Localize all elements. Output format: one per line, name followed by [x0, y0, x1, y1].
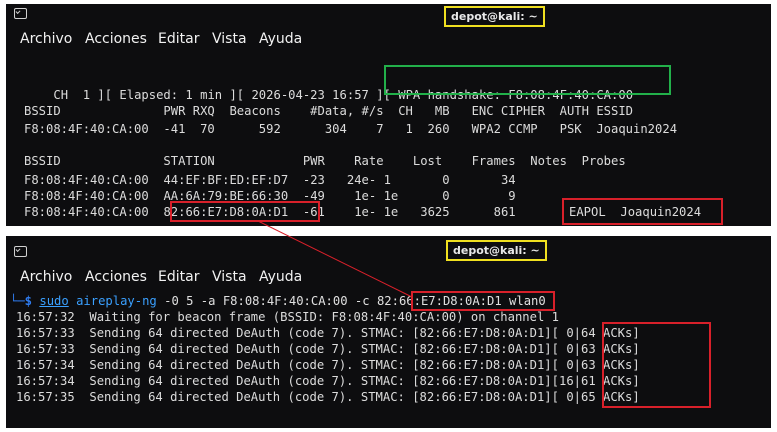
deauth-text: 16:57:33 Sending 64 directed DeAuth (cod…: [16, 326, 552, 340]
titlebar: depot@kali: ~: [6, 236, 771, 264]
ap-table-header: BSSID PWR RXQ Beacons #Data, #/s CH MB E…: [24, 104, 634, 118]
acks-highlight-box: [602, 322, 711, 408]
station-table-header: BSSID STATION PWR Rate Lost Frames Notes…: [24, 154, 626, 168]
menu-acciones[interactable]: Acciones: [85, 266, 147, 288]
titlebar: depot@kali: ~: [6, 4, 771, 27]
deauth-line: 16:57:33 Sending 64 directed DeAuth (cod…: [16, 341, 640, 357]
cmd-tool: aireplay-ng: [76, 294, 157, 308]
deauth-line: 16:57:34 Sending 64 directed DeAuth (cod…: [16, 373, 640, 389]
wait-beacon-line: 16:57:32 Waiting for beacon frame (BSSID…: [16, 310, 559, 324]
cmd-args: -0 5 -a F8:08:4F:40:CA:00: [164, 294, 348, 308]
cmd-target-highlight-box: [411, 291, 555, 311]
station-bssid: F8:08:4F:40:CA:00: [24, 189, 149, 203]
airodump-terminal-window: depot@kali: ~ Archivo Acciones Editar Vi…: [6, 4, 771, 226]
menu-archivo[interactable]: Archivo: [20, 28, 72, 50]
deauth-line: 16:57:34 Sending 64 directed DeAuth (cod…: [16, 357, 640, 373]
handshake-highlight-box: [384, 65, 671, 95]
cmd-flag: -c: [354, 294, 370, 308]
menu-vista[interactable]: Vista: [212, 28, 247, 50]
shell-prompt: └─$: [10, 294, 33, 308]
menubar: Archivo Acciones Editar Vista Ayuda: [6, 28, 771, 50]
deauth-text: 16:57:34 Sending 64 directed DeAuth (cod…: [16, 358, 552, 372]
cmd-sudo: sudo: [39, 294, 69, 308]
aireplay-terminal-window: depot@kali: ~ Archivo Acciones Editar Vi…: [6, 236, 771, 428]
menu-editar[interactable]: Editar: [158, 266, 199, 288]
window-separator: [0, 229, 777, 233]
eapol-highlight-box: [562, 198, 723, 225]
menu-ayuda[interactable]: Ayuda: [259, 266, 302, 288]
station-mac: 44:EF:BF:ED:EF:D7: [163, 173, 289, 187]
deauth-text: 16:57:35 Sending 64 directed DeAuth (cod…: [16, 390, 552, 404]
target-station-highlight-box: [170, 201, 320, 222]
terminal-icon[interactable]: [14, 8, 27, 19]
station-stats: -49 1e- 1e 0 9: [288, 189, 516, 203]
ap-table-row: F8:08:4F:40:CA:00 -41 70 592 304 7 1 260…: [24, 122, 678, 136]
window-title: depot@kali: ~: [446, 240, 547, 261]
deauth-text: 16:57:34 Sending 64 directed DeAuth (cod…: [16, 374, 552, 388]
station-row: F8:08:4F:40:CA:00 44:EF:BF:ED:EF:D7 -23 …: [24, 172, 516, 188]
window-title: depot@kali: ~: [444, 6, 545, 27]
menu-ayuda[interactable]: Ayuda: [259, 28, 302, 50]
deauth-line: 16:57:33 Sending 64 directed DeAuth (cod…: [16, 325, 640, 341]
status-prefix: CH 1 ][ Elapsed: 1 min ][ 2026-04-23 16:…: [53, 88, 391, 102]
station-stats: -61 1e- 1e 3625 861: [288, 205, 516, 219]
station-stats: -23 24e- 1 0 34: [288, 173, 516, 187]
menu-archivo[interactable]: Archivo: [20, 266, 72, 288]
deauth-text: 16:57:33 Sending 64 directed DeAuth (cod…: [16, 342, 552, 356]
menu-acciones[interactable]: Acciones: [85, 28, 147, 50]
terminal-icon[interactable]: [14, 246, 27, 257]
menu-editar[interactable]: Editar: [158, 28, 199, 50]
station-bssid: F8:08:4F:40:CA:00: [24, 173, 149, 187]
station-bssid: F8:08:4F:40:CA:00: [24, 205, 149, 219]
menu-vista[interactable]: Vista: [212, 266, 247, 288]
menubar: Archivo Acciones Editar Vista Ayuda: [6, 266, 771, 288]
deauth-line: 16:57:35 Sending 64 directed DeAuth (cod…: [16, 389, 640, 405]
